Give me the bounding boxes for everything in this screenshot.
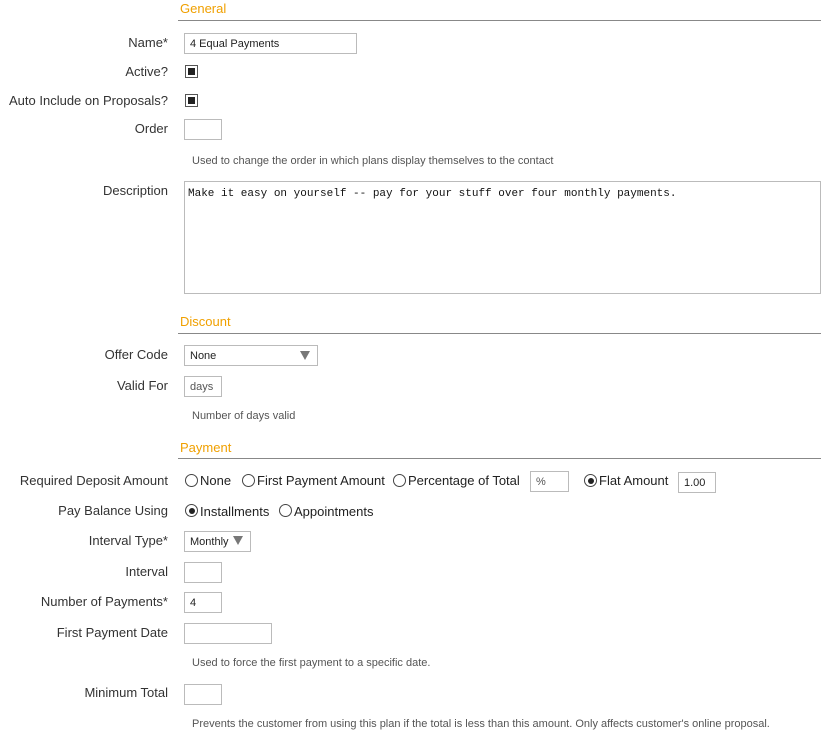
active-checkbox[interactable] [185,65,198,78]
pay-balance-label: Pay Balance Using [58,503,168,518]
auto-include-label: Auto Include on Proposals? [9,93,168,108]
pay-appointments-radio[interactable] [279,504,292,517]
deposit-percentage-label: Percentage of Total [408,473,520,488]
name-input[interactable]: 4 Equal Payments [184,33,357,54]
section-title-payment: Payment [180,440,232,455]
valid-for-input[interactable]: days [184,376,222,397]
interval-input[interactable] [184,562,222,583]
valid-for-hint: Number of days valid [192,410,296,422]
number-of-payments-label: Number of Payments* [40,594,168,609]
auto-include-checkbox[interactable] [185,94,198,107]
section-title-general: General [180,1,227,16]
deposit-first-payment-label: First Payment Amount [257,473,385,488]
name-label: Name* [128,35,168,50]
deposit-first-payment-radio[interactable] [242,474,255,487]
deposit-none-label: None [200,473,232,488]
minimum-total-input[interactable] [184,684,222,705]
chevron-down-icon [300,351,310,360]
description-label: Description [102,183,168,198]
order-hint: Used to change the order in which plans … [192,155,554,167]
valid-for-label: Valid For [116,378,168,393]
offer-code-select[interactable]: None [184,345,318,366]
deposit-percentage-input[interactable]: % [530,471,569,492]
active-label: Active? [125,64,168,79]
deposit-flat-amount-label: Flat Amount [599,473,669,488]
first-payment-date-label: First Payment Date [56,625,168,640]
interval-type-selected: Monthly [190,536,229,548]
order-label: Order [134,121,168,136]
offer-code-label: Offer Code [104,347,168,362]
interval-type-label: Interval Type* [88,533,168,548]
minimum-total-hint: Prevents the customer from using this pl… [192,718,770,730]
description-textarea[interactable]: Make it easy on yourself -- pay for your… [184,181,821,294]
deposit-none-radio[interactable] [185,474,198,487]
interval-label: Interval [125,564,168,579]
deposit-flat-amount-input[interactable]: 1.00 [678,472,716,493]
section-title-discount: Discount [180,314,231,329]
offer-code-selected: None [190,350,217,362]
order-input[interactable] [184,119,222,140]
first-payment-date-input[interactable] [184,623,272,644]
section-divider-discount [178,333,821,334]
pay-appointments-label: Appointments [294,504,374,519]
section-divider-general [178,20,821,21]
number-of-payments-input[interactable]: 4 [184,592,222,613]
pay-installments-label: Installments [200,504,270,519]
chevron-down-icon [233,536,243,545]
first-payment-date-hint: Used to force the first payment to a spe… [192,657,431,669]
required-deposit-label: Required Deposit Amount [19,473,168,488]
deposit-percentage-radio[interactable] [393,474,406,487]
deposit-flat-amount-radio[interactable] [584,474,597,487]
section-divider-payment [178,458,821,459]
pay-installments-radio[interactable] [185,504,198,517]
minimum-total-label: Minimum Total [84,685,168,700]
